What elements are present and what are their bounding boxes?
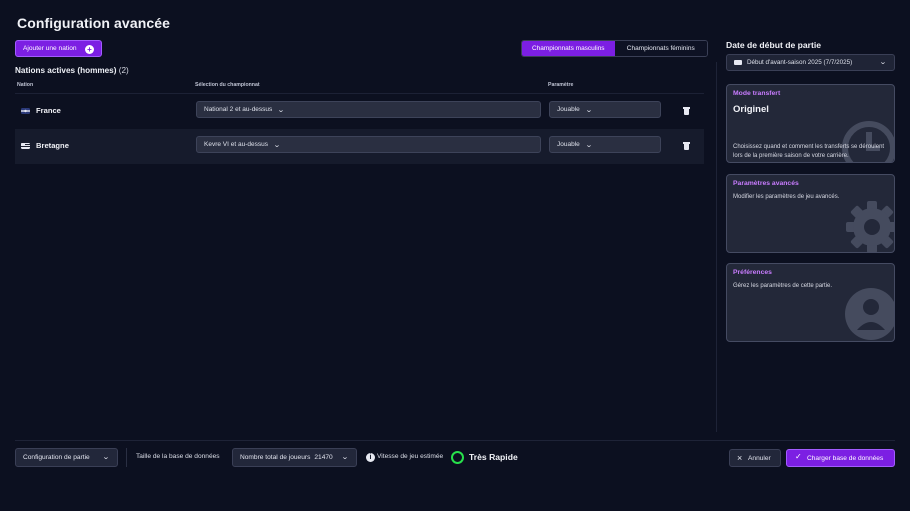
start-date-title: Date de début de partie bbox=[726, 40, 822, 50]
gear-icon bbox=[846, 201, 894, 252]
speed-indicator-icon bbox=[451, 451, 464, 464]
league-select-value: National 2 et au-dessus bbox=[204, 106, 273, 113]
table-row: France National 2 et au-dessus ⌄ Jouable… bbox=[15, 94, 704, 129]
league-select[interactable]: National 2 et au-dessus ⌄ bbox=[196, 101, 541, 118]
setting-select-value: Jouable bbox=[557, 141, 580, 148]
card-description: Modifier les paramètres de jeu avancés. bbox=[733, 194, 840, 200]
nation-count: (2) bbox=[118, 66, 129, 75]
advanced-settings-card[interactable]: Paramètres avancés Modifier les paramètr… bbox=[726, 174, 895, 253]
tab-womens-leagues[interactable]: Championnats féminins bbox=[614, 41, 707, 56]
setting-select-value: Jouable bbox=[557, 106, 580, 113]
sidebar-divider bbox=[716, 62, 717, 432]
section-title: Nations actives (hommes) (2) bbox=[15, 66, 129, 75]
calendar-icon bbox=[734, 60, 742, 65]
chevron-down-icon: ⌄ bbox=[341, 454, 349, 461]
table-row: Bretagne Kevre VI et au-dessus ⌄ Jouable… bbox=[15, 129, 704, 164]
tab-mens-leagues[interactable]: Championnats masculins bbox=[522, 41, 615, 56]
flag-icon bbox=[21, 143, 30, 149]
cancel-button[interactable]: × Annuler bbox=[729, 449, 781, 467]
card-value: Originel bbox=[733, 104, 769, 115]
section-title-text: Nations actives (hommes) bbox=[15, 66, 117, 75]
trash-icon[interactable] bbox=[683, 107, 690, 116]
league-select-value: Kevre VI et au-dessus bbox=[204, 141, 268, 148]
plus-circle-icon: + bbox=[85, 44, 94, 54]
load-database-button[interactable]: ✓ Charger base de données bbox=[786, 449, 895, 467]
check-icon: ✓ bbox=[795, 452, 802, 461]
trash-icon[interactable] bbox=[683, 142, 690, 151]
flag-icon bbox=[21, 108, 30, 114]
start-date-value: Début d'avant-saison 2025 (7/7/2025) bbox=[747, 59, 853, 66]
info-icon: i bbox=[366, 453, 375, 462]
game-config-select[interactable]: Configuration de partie ⌄ bbox=[15, 448, 118, 467]
nation-name: Bretagne bbox=[36, 141, 69, 150]
db-size-label: Taille de la base de données bbox=[136, 453, 220, 460]
chevron-down-icon: ⌄ bbox=[273, 141, 281, 149]
footer-separator bbox=[126, 448, 127, 467]
setting-select[interactable]: Jouable ⌄ bbox=[549, 101, 661, 118]
preferences-card[interactable]: Préférences Gérez les paramètres de cett… bbox=[726, 263, 895, 342]
column-header-nation: Nation bbox=[17, 82, 34, 88]
game-config-value: Configuration de partie bbox=[23, 454, 90, 461]
card-description: Choisissez quand et comment les transfer… bbox=[733, 144, 885, 159]
gender-tabs: Championnats masculins Championnats fémi… bbox=[521, 40, 708, 57]
card-kicker: Mode transfert bbox=[733, 90, 781, 97]
chevron-down-icon: ⌄ bbox=[277, 106, 286, 114]
close-icon: × bbox=[737, 453, 743, 463]
card-kicker: Préférences bbox=[733, 269, 772, 276]
load-label: Charger base de données bbox=[807, 454, 884, 462]
chevron-down-icon: ⌄ bbox=[102, 454, 110, 461]
league-select[interactable]: Kevre VI et au-dessus ⌄ bbox=[196, 136, 541, 153]
page-title: Configuration avancée bbox=[17, 15, 171, 31]
footer-divider bbox=[15, 440, 895, 441]
db-size-select[interactable]: Nombre total de joueurs 21470 ⌄ bbox=[232, 448, 357, 467]
card-description: Gérez les paramètres de cette partie. bbox=[733, 283, 833, 289]
db-size-value: 21470 bbox=[314, 454, 333, 461]
chevron-down-icon: ⌄ bbox=[584, 106, 593, 114]
speed-value: Très Rapide bbox=[469, 452, 518, 462]
cancel-label: Annuler bbox=[748, 454, 771, 462]
add-nation-label: Ajouter une nation bbox=[23, 45, 77, 52]
chevron-down-icon: ⌄ bbox=[879, 59, 887, 66]
card-kicker: Paramètres avancés bbox=[733, 180, 799, 187]
user-icon bbox=[845, 288, 894, 340]
column-header-league: Sélection du championnat bbox=[195, 82, 260, 88]
add-nation-button[interactable]: Ajouter une nation + bbox=[15, 40, 102, 57]
setting-select[interactable]: Jouable ⌄ bbox=[549, 136, 661, 153]
transfer-mode-card[interactable]: Mode transfert Originel Choisissez quand… bbox=[726, 84, 895, 163]
chevron-down-icon: ⌄ bbox=[584, 141, 593, 149]
speed-label: Vitesse de jeu estimée bbox=[377, 453, 444, 460]
start-date-select[interactable]: Début d'avant-saison 2025 (7/7/2025) ⌄ bbox=[726, 54, 895, 71]
column-header-setting: Paramètre bbox=[548, 82, 574, 88]
nation-name: France bbox=[36, 106, 61, 115]
db-size-select-label: Nombre total de joueurs bbox=[240, 454, 311, 461]
